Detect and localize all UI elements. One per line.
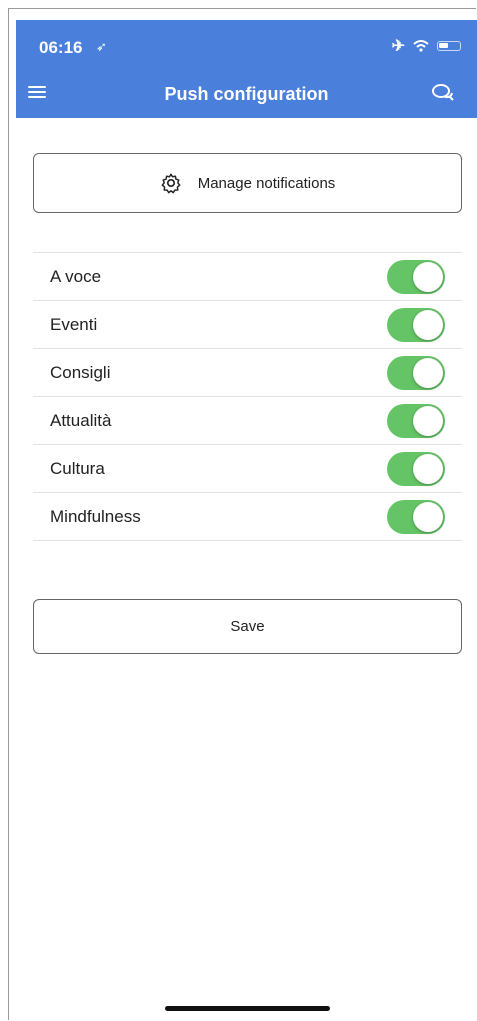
topic-label: Eventi (50, 314, 98, 334)
topic-row: Eventi (33, 301, 462, 349)
topic-toggle[interactable] (387, 403, 445, 438)
topic-label: A voce (50, 266, 102, 286)
airplane-icon: ✈ (391, 38, 405, 55)
gear-icon (161, 173, 181, 194)
topic-label: Consigli (50, 362, 111, 382)
location-arrow-icon: ➶ (96, 39, 107, 54)
save-label: Save (230, 618, 265, 635)
manage-notifications-label: Manage notifications (197, 174, 336, 192)
topic-toggle[interactable] (387, 307, 445, 342)
topic-row: A voce (33, 253, 462, 301)
topic-list: A voce Eventi Consigli Attualità Cultura… (33, 252, 462, 541)
topic-toggle[interactable] (387, 451, 445, 486)
topic-row: Cultura (33, 445, 462, 493)
home-indicator[interactable] (165, 1006, 330, 1011)
topic-row: Consigli (33, 349, 462, 397)
topic-label: Attualità (50, 410, 112, 430)
app-header: 06:16 ➶ ✈ Push configuration (16, 20, 477, 118)
topic-toggle[interactable] (387, 499, 445, 534)
battery-level (439, 43, 448, 48)
wifi-icon (413, 40, 429, 52)
manage-notifications-button[interactable]: Manage notifications (33, 153, 462, 213)
topic-row: Attualità (33, 397, 462, 445)
chat-bubbles-icon[interactable] (431, 82, 455, 104)
topic-label: Cultura (50, 458, 105, 478)
save-button[interactable]: Save (33, 599, 462, 654)
topic-toggle[interactable] (387, 355, 445, 390)
topic-label: Mindfulness (50, 506, 141, 526)
status-icons: ✈ (392, 36, 461, 56)
topic-toggle[interactable] (387, 259, 445, 294)
status-time: 06:16 (39, 38, 83, 57)
topic-row: Mindfulness (33, 493, 462, 541)
page-title: Push configuration (164, 84, 329, 104)
battery-icon (437, 41, 461, 51)
